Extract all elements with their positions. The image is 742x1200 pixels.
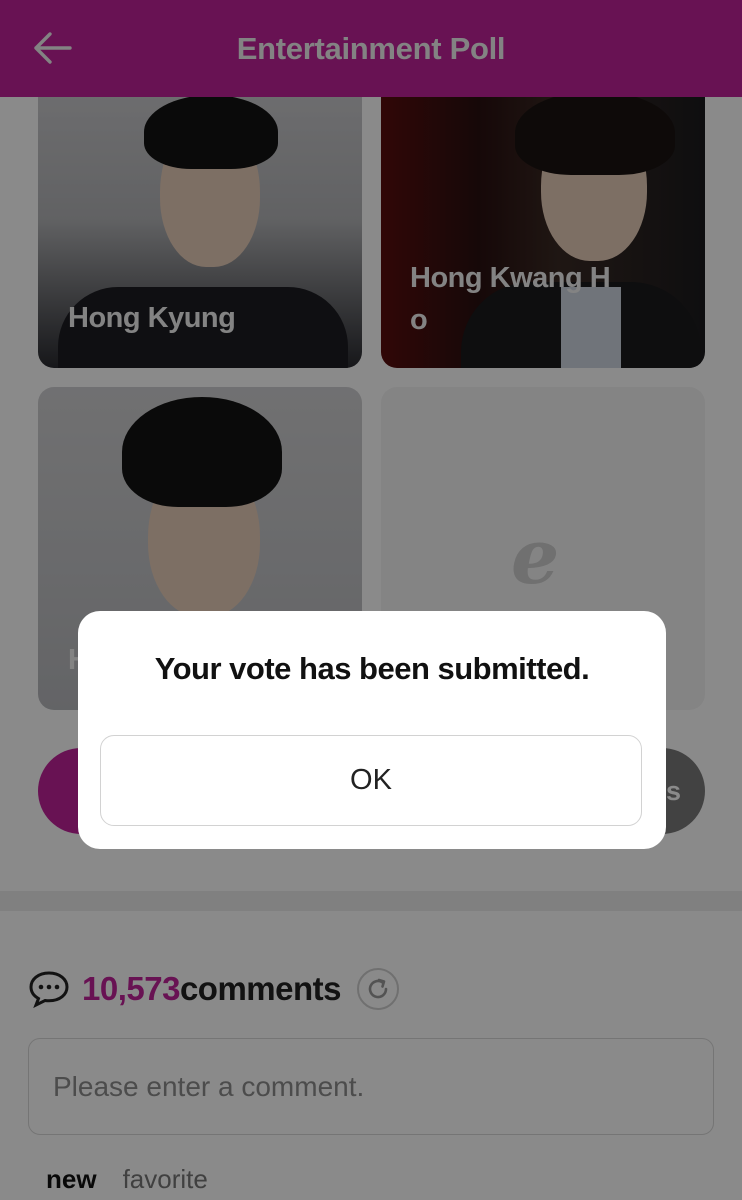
dialog-message: Your vote has been submitted. [154, 651, 590, 686]
modal-backdrop[interactable] [0, 0, 742, 1200]
vote-confirmation-dialog: Your vote has been submitted. OK [78, 611, 666, 849]
ok-button[interactable]: OK [100, 735, 642, 826]
poll-screen: Entertainment Poll Hong Kyung Hong Kwang… [0, 0, 742, 1200]
